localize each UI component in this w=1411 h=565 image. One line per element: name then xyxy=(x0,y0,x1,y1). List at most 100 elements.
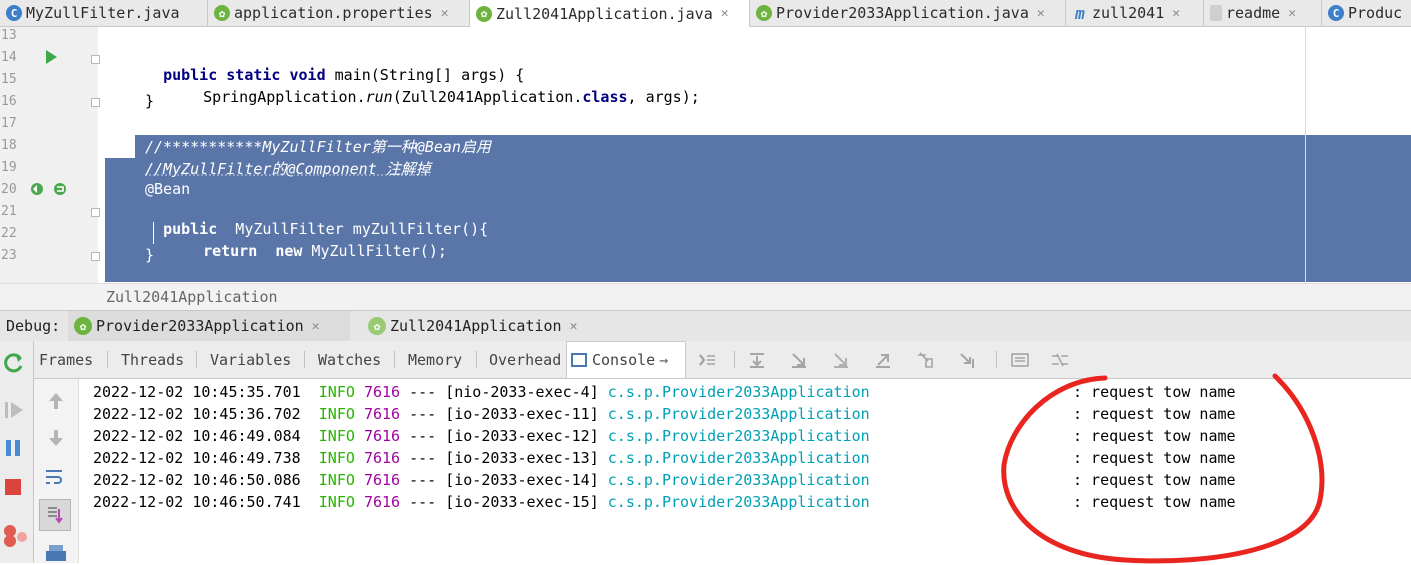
tab-label: readme xyxy=(1226,4,1281,22)
evaluate-expression-icon[interactable] xyxy=(1011,351,1029,369)
debug-session-provider2033[interactable]: ✿ Provider2033Application ✕ xyxy=(68,311,350,341)
pin-icon[interactable]: → xyxy=(659,351,668,369)
console-actions-column xyxy=(34,379,79,563)
line-number: 13 xyxy=(1,28,17,43)
bean-navigate-icon[interactable] xyxy=(52,182,68,196)
pause-icon[interactable] xyxy=(3,437,25,459)
line-number: 14 xyxy=(1,50,17,65)
log-thread: [nio-2033-exec-4] xyxy=(445,383,599,401)
step-over-icon[interactable] xyxy=(748,351,766,369)
close-icon[interactable]: ✕ xyxy=(441,6,449,21)
soft-wrap-icon[interactable] xyxy=(44,466,68,488)
separator xyxy=(196,351,197,368)
line-number: 18 xyxy=(1,138,17,153)
class-icon: C xyxy=(1328,5,1344,21)
tab-threads[interactable]: Threads xyxy=(121,341,184,378)
print-icon[interactable] xyxy=(44,543,68,563)
separator xyxy=(394,351,395,368)
close-icon[interactable]: ✕ xyxy=(570,319,578,334)
tab-frames[interactable]: Frames xyxy=(39,341,93,378)
tab-application-properties[interactable]: ✿ application.properties ✕ xyxy=(208,0,470,26)
tab-watches[interactable]: Watches xyxy=(318,341,381,378)
rerun-icon[interactable] xyxy=(3,352,25,374)
spring-debug-icon: ✿ xyxy=(368,317,386,335)
log-line: 2022-12-02 10:46:50.741 INFO 7616 --- [i… xyxy=(93,493,870,511)
spring-debug-icon: ✿ xyxy=(74,317,92,335)
fold-marker-icon[interactable] xyxy=(91,98,100,107)
log-timestamp: 2022-12-02 10:45:35.701 xyxy=(93,383,301,401)
separator xyxy=(304,351,305,368)
close-icon[interactable]: ✕ xyxy=(721,6,729,21)
close-icon[interactable]: ✕ xyxy=(312,319,320,334)
fold-marker-icon[interactable] xyxy=(91,55,100,64)
code-line-18: //***********MyZullFilter第一种@Bean启用 xyxy=(145,138,491,156)
log-line: 2022-12-02 10:45:36.702 INFO 7616 --- [i… xyxy=(93,405,870,423)
log-level: INFO xyxy=(318,493,355,511)
trace-icon[interactable] xyxy=(1051,351,1069,369)
maven-icon: m xyxy=(1075,3,1085,23)
step-out-icon[interactable] xyxy=(874,351,892,369)
stop-icon[interactable] xyxy=(3,476,25,498)
close-icon[interactable]: ✕ xyxy=(1172,6,1180,21)
tab-zull2041application[interactable]: ✿ Zull2041Application.java ✕ xyxy=(470,0,750,27)
tab-label: application.properties xyxy=(234,4,433,22)
fold-marker-icon[interactable] xyxy=(91,208,100,217)
tab-readme[interactable]: readme ✕ xyxy=(1204,0,1322,26)
drop-frame-icon[interactable] xyxy=(916,351,934,369)
tab-overhead[interactable]: Overhead xyxy=(489,341,561,378)
tab-variables[interactable]: Variables xyxy=(210,341,291,378)
debug-tool-window-header: Debug: ✿ Provider2033Application ✕ ✿ Zul… xyxy=(0,310,1411,342)
editor-gutter xyxy=(0,27,98,283)
bean-icon[interactable] xyxy=(29,182,45,196)
code-keyword: return xyxy=(203,242,258,260)
tab-zull2041-pom[interactable]: m zull2041 ✕ xyxy=(1066,0,1204,26)
code-line-22: return new MyZullFilter(); xyxy=(185,224,447,260)
log-separator: --- xyxy=(409,427,437,445)
separator xyxy=(107,351,108,368)
show-execution-point-icon[interactable] xyxy=(698,351,716,369)
separator xyxy=(734,351,735,368)
code-line-19: //MyZullFilter的@Component 注解掉 xyxy=(145,160,431,178)
log-pid: 7616 xyxy=(363,449,401,467)
log-line: 2022-12-02 10:46:50.086 INFO 7616 --- [i… xyxy=(93,471,870,489)
log-thread: [io-2033-exec-13] xyxy=(445,449,599,467)
log-timestamp: 2022-12-02 10:46:49.084 xyxy=(93,427,301,445)
line-number: 21 xyxy=(1,204,17,219)
up-arrow-icon[interactable] xyxy=(45,390,67,412)
log-level: INFO xyxy=(318,383,355,401)
debug-session-zull2041[interactable]: ✿ Zull2041Application ✕ xyxy=(362,311,602,341)
tab-producer[interactable]: C Produc xyxy=(1322,0,1411,26)
log-logger: c.s.p.Provider2033Application xyxy=(607,449,870,467)
tab-myzullfilter[interactable]: C MyZullFilter.java xyxy=(0,0,208,26)
resume-icon[interactable] xyxy=(3,399,25,421)
fold-marker-icon[interactable] xyxy=(91,252,100,261)
breadcrumb: Zull2041Application xyxy=(0,283,1411,310)
tab-label: Zull2041Application.java xyxy=(496,4,713,23)
code-text: SpringApplication. xyxy=(203,88,366,106)
run-icon[interactable] xyxy=(46,50,57,64)
close-icon[interactable]: ✕ xyxy=(1288,6,1296,21)
force-step-into-icon[interactable] xyxy=(832,351,850,369)
run-to-cursor-icon[interactable] xyxy=(958,351,976,369)
tab-provider2033application[interactable]: ✿ Provider2033Application.java ✕ xyxy=(750,0,1066,26)
log-thread: [io-2033-exec-14] xyxy=(445,471,599,489)
scroll-to-end-button[interactable] xyxy=(39,499,71,531)
tab-console[interactable]: Console → xyxy=(566,341,686,378)
editor-tab-bar: C MyZullFilter.java ✿ application.proper… xyxy=(0,0,1411,27)
view-breakpoints-icon[interactable] xyxy=(2,523,28,547)
log-logger: c.s.p.Provider2033Application xyxy=(607,383,870,401)
tab-label: MyZullFilter.java xyxy=(26,4,180,22)
spring-class-icon: ✿ xyxy=(756,5,772,21)
breadcrumb-item[interactable]: Zull2041Application xyxy=(106,288,278,306)
log-level: INFO xyxy=(318,427,355,445)
close-icon[interactable]: ✕ xyxy=(1037,6,1045,21)
tab-memory[interactable]: Memory xyxy=(408,341,462,378)
code-method: run xyxy=(365,88,393,106)
step-into-icon[interactable] xyxy=(790,351,808,369)
down-arrow-icon[interactable] xyxy=(45,427,67,449)
separator xyxy=(996,351,997,368)
tab-label: Produc xyxy=(1348,4,1403,22)
right-margin-guide xyxy=(1305,27,1306,283)
code-line-16: } xyxy=(145,92,155,110)
log-logger: c.s.p.Provider2033Application xyxy=(607,493,870,511)
